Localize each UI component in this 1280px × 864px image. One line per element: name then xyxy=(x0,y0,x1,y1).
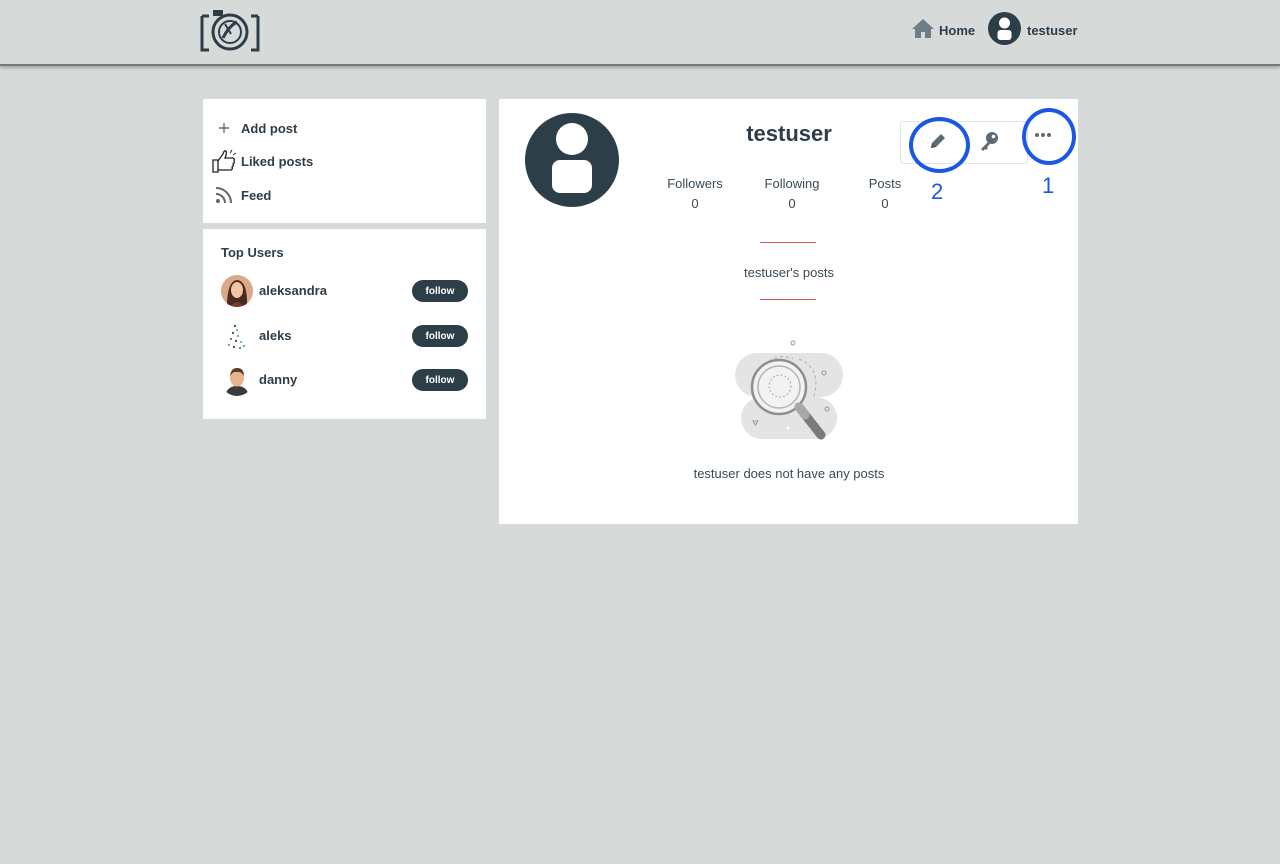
top-navbar: Home testuser xyxy=(0,0,1280,66)
stat-followers[interactable]: Followers 0 xyxy=(645,176,745,211)
home-icon xyxy=(911,17,935,44)
thumbs-up-icon xyxy=(211,148,237,174)
divider xyxy=(760,242,816,243)
annotation-circle-2 xyxy=(909,117,970,173)
sidebar-item-label: Liked posts xyxy=(241,153,314,169)
sidebar-menu: Add post Liked posts Feed xyxy=(203,99,486,223)
avatar[interactable] xyxy=(221,275,253,307)
follow-button[interactable]: follow xyxy=(412,369,468,391)
sidebar-item-label: Add post xyxy=(241,120,298,136)
nav-username: testuser xyxy=(1027,23,1078,38)
user-name[interactable]: aleksandra xyxy=(259,283,327,298)
app-logo[interactable] xyxy=(199,8,261,54)
stat-label: Posts xyxy=(868,176,902,191)
empty-posts-message: testuser does not have any posts xyxy=(693,466,885,481)
sidebar-item-liked-posts[interactable]: Liked posts xyxy=(211,147,313,175)
stat-value: 0 xyxy=(788,196,796,211)
avatar[interactable] xyxy=(221,320,253,352)
top-users-panel: Top Users aleksandra follow aleks follow… xyxy=(203,229,486,419)
profile-panel: testuser Followers 0 Following 0 Posts 0 xyxy=(499,99,1078,524)
profile-avatar xyxy=(524,112,620,208)
annotation-number-2: 2 xyxy=(931,179,944,204)
stat-value: 0 xyxy=(881,196,889,211)
user-avatar-icon xyxy=(988,11,1021,50)
follow-button[interactable]: follow xyxy=(412,280,468,302)
plus-icon xyxy=(211,115,237,141)
annotation-circle-1 xyxy=(1022,108,1076,165)
top-users-title: Top Users xyxy=(221,245,284,260)
stat-label: Following xyxy=(764,176,820,191)
empty-search-illustration xyxy=(733,339,845,445)
follow-button[interactable]: follow xyxy=(412,325,468,347)
list-item: aleksandra follow xyxy=(221,274,468,308)
sidebar-item-label: Feed xyxy=(241,187,272,203)
list-item: aleks follow xyxy=(221,319,468,353)
stat-value: 0 xyxy=(691,196,699,211)
user-name[interactable]: aleks xyxy=(259,328,292,343)
sidebar-item-add-post[interactable]: Add post xyxy=(211,114,297,142)
user-name[interactable]: danny xyxy=(259,372,297,387)
nav-home-link[interactable]: Home xyxy=(911,18,975,42)
stat-following[interactable]: Following 0 xyxy=(742,176,842,211)
divider xyxy=(760,299,816,300)
key-icon xyxy=(978,130,1000,157)
nav-home-label: Home xyxy=(939,22,976,38)
stat-posts: Posts 0 xyxy=(835,176,935,211)
posts-section-title: testuser's posts xyxy=(744,265,834,280)
annotation-number-1: 1 xyxy=(1042,173,1055,198)
rss-feed-icon xyxy=(211,182,237,208)
change-password-button[interactable] xyxy=(974,128,1004,158)
nav-user-profile-link[interactable]: testuser xyxy=(988,11,1078,50)
stat-label: Followers xyxy=(667,176,723,191)
list-item: danny follow xyxy=(221,363,468,397)
sidebar-item-feed[interactable]: Feed xyxy=(211,181,271,209)
profile-username: testuser xyxy=(746,121,832,146)
avatar[interactable] xyxy=(221,364,253,396)
